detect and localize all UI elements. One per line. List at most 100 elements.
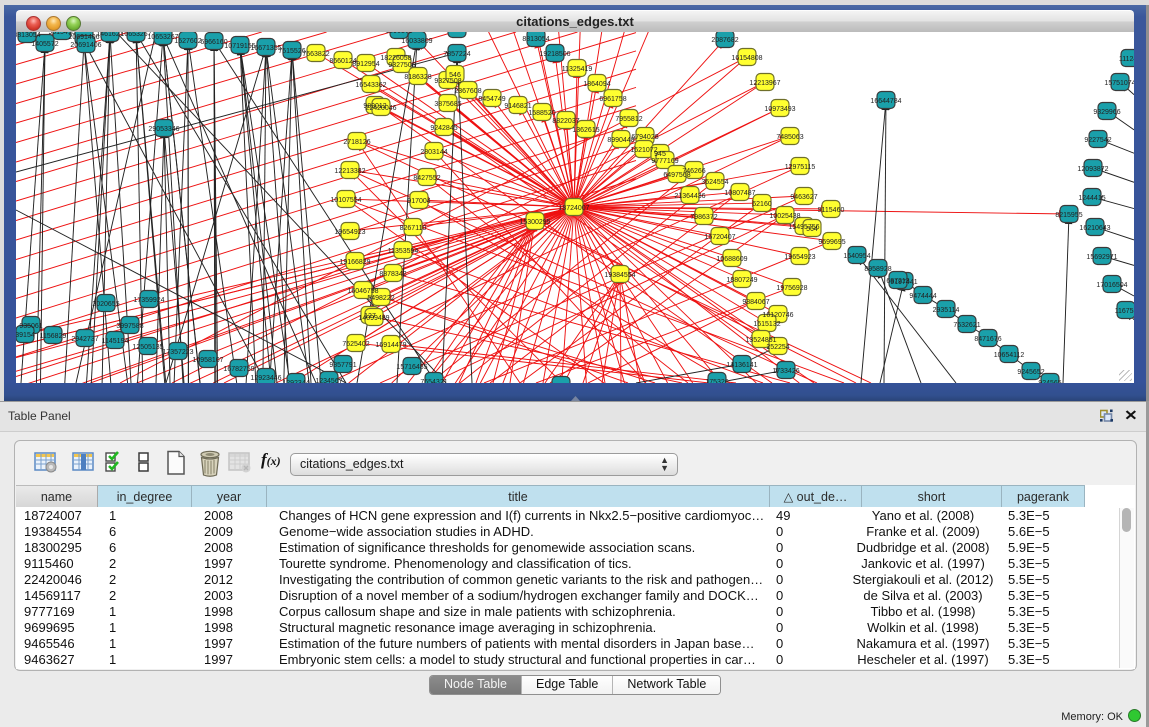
- svg-text:6497568: 6497568: [663, 172, 690, 179]
- svg-text:917004: 917004: [407, 198, 430, 205]
- svg-text:1588520: 1588520: [528, 110, 555, 117]
- svg-text:16782759: 16782759: [223, 366, 254, 373]
- svg-text:14136141: 14136141: [726, 362, 757, 369]
- svg-text:18724007: 18724007: [558, 205, 589, 212]
- svg-text:9699695: 9699695: [818, 239, 845, 246]
- svg-text:3875685: 3875685: [434, 101, 461, 108]
- svg-text:10654112: 10654112: [994, 352, 1025, 359]
- svg-text:1244415: 1244415: [1078, 195, 1105, 202]
- svg-text:16210643: 16210643: [1079, 225, 1110, 232]
- svg-text:15300295: 15300295: [519, 219, 550, 226]
- svg-text:5498222: 5498222: [367, 295, 394, 302]
- svg-text:19756928: 19756928: [776, 285, 807, 292]
- svg-text:15716485: 15716485: [396, 364, 427, 371]
- svg-text:9329966: 9329966: [1093, 109, 1120, 116]
- svg-text:13524851: 13524851: [745, 337, 776, 344]
- svg-text:9227542: 9227542: [1084, 137, 1111, 144]
- svg-text:6961758: 6961758: [599, 96, 626, 103]
- svg-text:15751074: 15751074: [1104, 80, 1134, 87]
- svg-text:111245: 111245: [1119, 56, 1134, 63]
- svg-text:1405572: 1405572: [31, 41, 58, 48]
- svg-text:15692971: 15692971: [1086, 254, 1117, 261]
- svg-text:18807249: 18807249: [726, 277, 757, 284]
- svg-text:3624554: 3624554: [701, 179, 728, 186]
- svg-text:16914479: 16914479: [375, 342, 406, 349]
- svg-text:9115460: 9115460: [818, 207, 845, 214]
- svg-text:9474444: 9474444: [909, 293, 936, 300]
- svg-text:1640954: 1640954: [843, 253, 870, 260]
- svg-text:62160: 62160: [752, 201, 772, 208]
- svg-text:9327506: 9327506: [388, 62, 415, 69]
- svg-text:687213: 687213: [886, 278, 909, 285]
- svg-text:21364436: 21364436: [674, 193, 705, 200]
- svg-text:9245652: 9245652: [1017, 369, 1044, 376]
- svg-text:9777169: 9777169: [651, 158, 678, 165]
- svg-text:10688609: 10688609: [716, 256, 747, 263]
- svg-text:1145194: 1145194: [102, 338, 129, 345]
- svg-text:6794028: 6794028: [631, 134, 658, 141]
- svg-text:10958107: 10958107: [192, 357, 223, 364]
- svg-text:7625402: 7625402: [342, 341, 369, 348]
- svg-text:7485063: 7485063: [776, 134, 803, 141]
- svg-text:39154: 39154: [16, 332, 35, 339]
- svg-text:20691406: 20691406: [70, 42, 101, 49]
- svg-text:7663822: 7663822: [302, 51, 329, 58]
- svg-text:2367608: 2367608: [454, 88, 481, 95]
- svg-text:18226058: 18226058: [380, 55, 411, 62]
- svg-text:1234567: 1234567: [315, 378, 342, 383]
- svg-text:9463627: 9463627: [790, 194, 817, 201]
- svg-text:19166829: 19166829: [339, 259, 370, 266]
- svg-text:17357223: 17357223: [162, 349, 193, 356]
- svg-text:7632621: 7632621: [953, 322, 980, 329]
- svg-text:17016504: 17016504: [1096, 282, 1127, 289]
- svg-text:16644784: 16644784: [870, 98, 901, 105]
- svg-text:252254: 252254: [766, 344, 789, 351]
- svg-text:12213967: 12213967: [749, 80, 780, 87]
- svg-text:16033809: 16033809: [401, 38, 432, 45]
- svg-text:10025438: 10025438: [769, 213, 800, 220]
- svg-text:9242845: 9242845: [430, 125, 457, 132]
- svg-text:15720407: 15720407: [704, 234, 735, 241]
- svg-text:935061: 935061: [19, 323, 42, 330]
- svg-text:12213382: 12213382: [334, 168, 365, 175]
- svg-text:2935114: 2935114: [933, 307, 960, 314]
- svg-text:1733426: 1733426: [772, 368, 799, 375]
- svg-text:16154808: 16154808: [731, 55, 762, 62]
- svg-text:14099489: 14099489: [358, 315, 389, 322]
- svg-text:924565: 924565: [1038, 380, 1061, 383]
- svg-text:8267110: 8267110: [400, 225, 427, 232]
- svg-text:8813054: 8813054: [522, 36, 549, 43]
- svg-text:3997588: 3997588: [116, 323, 143, 330]
- svg-text:7857224: 7857224: [443, 51, 470, 58]
- svg-text:8427552: 8427552: [413, 175, 440, 182]
- svg-text:2020655: 2020655: [92, 301, 119, 308]
- svg-text:1156829: 1156829: [40, 333, 67, 340]
- svg-text:9327508: 9327508: [434, 78, 461, 85]
- svg-text:10107554: 10107554: [330, 197, 361, 204]
- svg-text:1615132: 1615132: [753, 321, 780, 328]
- svg-text:2087682: 2087682: [711, 37, 738, 44]
- svg-text:8822037: 8822037: [552, 118, 579, 125]
- svg-text:12093872: 12093872: [1077, 166, 1108, 173]
- svg-text:19384554: 19384554: [604, 272, 635, 279]
- svg-text:8958928: 8958928: [864, 266, 891, 273]
- svg-text:1362615: 1362615: [572, 127, 599, 134]
- svg-text:9857791: 9857791: [329, 362, 356, 369]
- svg-text:564: 564: [806, 226, 818, 233]
- svg-text:8215955: 8215955: [1055, 212, 1082, 219]
- svg-text:12975115: 12975115: [785, 164, 816, 171]
- svg-text:10807487: 10807487: [724, 190, 755, 197]
- svg-text:9146821: 9146821: [504, 103, 531, 110]
- svg-text:11353594: 11353594: [388, 248, 419, 255]
- svg-text:7955812: 7955812: [615, 116, 642, 123]
- svg-text:2942737: 2942737: [71, 336, 98, 343]
- svg-text:29053346: 29053346: [148, 126, 179, 133]
- svg-text:1292344: 1292344: [282, 380, 309, 383]
- svg-text:20691406: 20691406: [68, 34, 99, 41]
- svg-text:8471676: 8471676: [974, 336, 1001, 343]
- svg-text:7654321: 7654321: [420, 379, 447, 383]
- svg-text:546: 546: [449, 72, 461, 79]
- svg-text:10973493: 10973493: [764, 106, 795, 113]
- svg-text:1527602: 1527602: [174, 38, 201, 45]
- svg-text:116753: 116753: [1115, 308, 1134, 315]
